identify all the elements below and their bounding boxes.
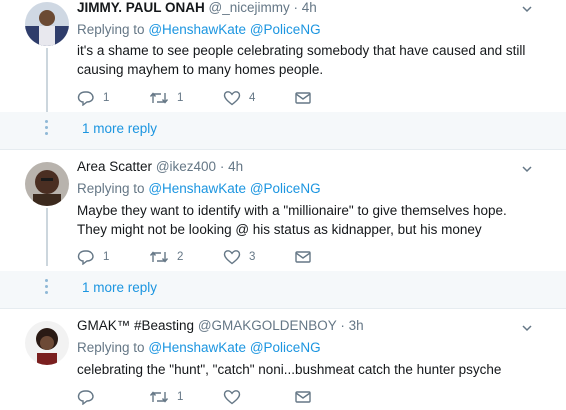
reply-button[interactable]	[77, 388, 103, 406]
tweet-header: GMAK™ #Beasting @GMAKGOLDENBOY · 3h	[77, 318, 364, 334]
retweet-icon	[149, 391, 169, 403]
mention-link[interactable]: @HenshawKate	[148, 181, 246, 196]
user-name[interactable]: Area Scatter	[77, 159, 152, 174]
thread-line	[46, 208, 48, 266]
like-count: 4	[249, 92, 256, 104]
tweet-actions: 1 2 3	[77, 248, 337, 266]
reply-count: 1	[103, 92, 110, 104]
reply-button[interactable]: 1	[77, 248, 109, 266]
heart-icon	[223, 250, 241, 265]
user-handle[interactable]: @ikez400	[156, 159, 216, 174]
replying-label: Replying to	[77, 340, 145, 355]
thread-line	[46, 48, 48, 118]
avatar[interactable]	[25, 162, 69, 206]
replying-label: Replying to	[77, 22, 145, 37]
reply-icon	[77, 390, 94, 405]
retweet-icon	[149, 251, 169, 263]
direct-message-button[interactable]	[294, 248, 312, 266]
tweet-3[interactable]: GMAK™ #Beasting @GMAKGOLDENBOY · 3h Repl…	[0, 309, 566, 410]
envelope-icon	[295, 92, 311, 104]
like-button[interactable]: 3	[223, 248, 255, 266]
mention-link[interactable]: @PoliceNG	[250, 181, 321, 196]
mention-link[interactable]: @PoliceNG	[250, 340, 321, 355]
replying-to: Replying to @HenshawKate @PoliceNG	[77, 181, 321, 197]
user-handle[interactable]: @_nicejimmy	[209, 0, 290, 15]
retweet-button[interactable]: 2	[149, 248, 183, 266]
retweet-button[interactable]: 1	[149, 388, 183, 406]
more-replies-link[interactable]: 1 more reply	[82, 280, 157, 295]
user-name[interactable]: GMAK™ #Beasting	[77, 318, 194, 333]
separator-dot: ·	[340, 318, 345, 333]
reply-button[interactable]: 1	[77, 89, 109, 107]
retweet-count: 2	[177, 251, 184, 263]
retweet-button[interactable]: 1	[149, 89, 183, 107]
chevron-down-icon[interactable]	[520, 162, 534, 176]
tweet-header: JIMMY. PAUL ONAH @_nicejimmy · 4h	[77, 0, 317, 16]
mention-link[interactable]: @PoliceNG	[250, 22, 321, 37]
like-count: 3	[249, 251, 256, 263]
envelope-icon	[295, 251, 311, 263]
heart-icon	[223, 390, 241, 405]
tweet-text: celebrating the "hunt", "catch" noni...b…	[77, 362, 502, 377]
tweet-text: Maybe they want to identify with a "mill…	[77, 203, 507, 237]
like-button[interactable]: 4	[223, 89, 255, 107]
avatar[interactable]	[25, 2, 69, 46]
direct-message-button[interactable]	[294, 89, 312, 107]
retweet-count: 1	[177, 391, 184, 403]
reply-icon	[77, 250, 94, 265]
replying-label: Replying to	[77, 181, 145, 196]
chevron-down-icon[interactable]	[520, 2, 534, 16]
more-replies-dots	[45, 279, 49, 297]
direct-message-button[interactable]	[294, 388, 312, 406]
mention-link[interactable]: @HenshawKate	[148, 22, 246, 37]
reply-count: 1	[103, 251, 110, 263]
tweet-actions: 1	[77, 388, 337, 406]
replying-to: Replying to @HenshawKate @PoliceNG	[77, 340, 321, 356]
more-replies-dots	[45, 120, 49, 138]
reply-icon	[77, 91, 94, 106]
retweet-count: 1	[177, 92, 184, 104]
chevron-down-icon[interactable]	[520, 321, 534, 335]
envelope-icon	[295, 391, 311, 403]
separator-dot: ·	[293, 0, 299, 15]
mention-link[interactable]: @HenshawKate	[148, 340, 246, 355]
like-button[interactable]	[223, 388, 249, 406]
avatar[interactable]	[25, 321, 69, 365]
separator-dot: ·	[219, 159, 225, 174]
retweet-icon	[149, 92, 169, 104]
more-replies-link[interactable]: 1 more reply	[82, 121, 157, 136]
tweet-header: Area Scatter @ikez400 · 4h	[77, 159, 243, 175]
user-handle[interactable]: @GMAKGOLDENBOY	[198, 318, 337, 333]
replying-to: Replying to @HenshawKate @PoliceNG	[77, 22, 321, 38]
timestamp[interactable]: 4h	[228, 159, 243, 174]
timestamp[interactable]: 3h	[349, 318, 364, 333]
tweet-text: it's a shame to see people celebrating s…	[77, 43, 526, 77]
timestamp[interactable]: 4h	[302, 0, 317, 15]
heart-icon	[223, 91, 241, 106]
tweet-actions: 1 1 4	[77, 89, 337, 107]
user-name[interactable]: JIMMY. PAUL ONAH	[77, 0, 205, 15]
